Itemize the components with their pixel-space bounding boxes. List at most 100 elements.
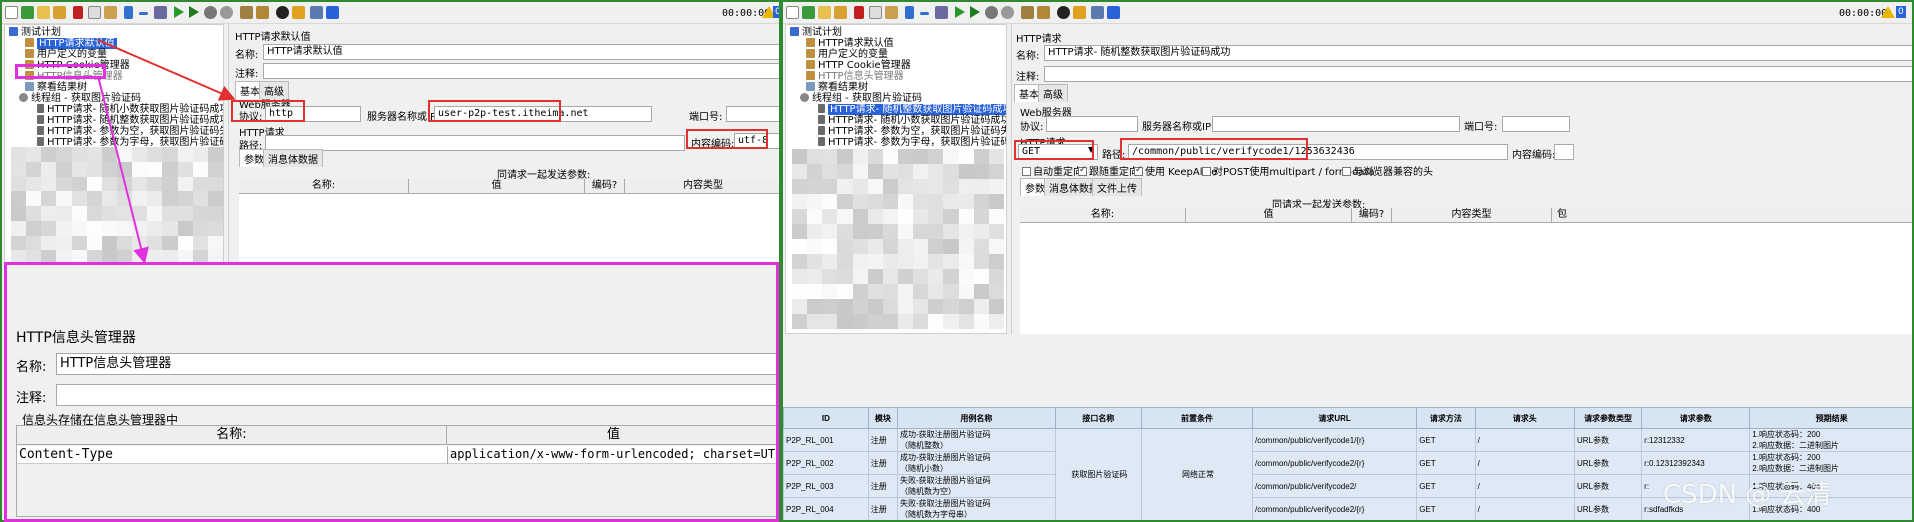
mosaic-cell <box>852 149 868 164</box>
tree-node-request-4[interactable]: HTTP请求- 参数为字母，获取图片验证码失败 <box>818 136 1006 149</box>
tab-upload[interactable]: 文件上传 <box>1092 178 1142 196</box>
mosaic-cell <box>852 284 868 299</box>
cell-expected: 1.响应状态码：200 2.响应数据：二进制图片 <box>1749 428 1912 452</box>
open-icon[interactable] <box>818 6 831 19</box>
mosaic-cell <box>822 299 838 314</box>
pencil-icon <box>818 104 825 113</box>
case-name-line2: （随机整数） <box>899 441 948 450</box>
mosaic-cell <box>837 194 853 209</box>
mosaic-cell <box>882 179 898 194</box>
cell-module: 注册 <box>867 474 898 498</box>
mosaic-cell <box>913 299 929 314</box>
mosaic-cell <box>898 239 914 254</box>
mosaic-cell <box>943 179 959 194</box>
mosaic-cell <box>928 254 944 269</box>
mosaic-cell <box>928 239 944 254</box>
watermark: CSDN @ 云清 <box>1663 480 1832 510</box>
start-no-pause-icon[interactable] <box>970 6 980 18</box>
mosaic-cell <box>943 299 959 314</box>
mosaic-cell <box>973 239 989 254</box>
help-icon[interactable] <box>1107 6 1120 19</box>
server-input[interactable] <box>1212 116 1460 132</box>
mosaic-cell <box>807 284 823 299</box>
clear-icon[interactable] <box>1021 6 1034 19</box>
mosaic-cell <box>807 149 823 164</box>
mosaic-cell <box>867 299 883 314</box>
comment-input[interactable] <box>1044 66 1912 82</box>
mosaic-cell <box>913 179 929 194</box>
collapse-icon[interactable] <box>920 12 929 15</box>
mosaic-cell <box>973 149 989 164</box>
mosaic-cell <box>973 224 989 239</box>
mosaic-cell <box>792 269 808 284</box>
mosaic-cell <box>973 284 989 299</box>
cell-header: / <box>1474 497 1575 520</box>
mosaic-cell <box>837 254 853 269</box>
templates-icon[interactable] <box>802 6 815 19</box>
browser-headers-checkbox[interactable]: 与浏览器兼容的头 <box>1342 163 1433 178</box>
col-name: 名称: <box>1020 208 1186 222</box>
th-expected: 预期结果 <box>1749 407 1912 429</box>
mosaic-cell <box>882 314 898 329</box>
mosaic-cell <box>837 299 853 314</box>
port-input[interactable] <box>1502 116 1570 132</box>
shutdown-icon[interactable] <box>1001 6 1014 19</box>
warning-icon[interactable] <box>1881 6 1895 18</box>
wrench-icon <box>806 49 815 58</box>
name-input[interactable]: HTTP请求- 随机整数获取图片验证码成功 <box>1044 45 1912 61</box>
stop-icon[interactable] <box>985 6 998 19</box>
mosaic-cell <box>807 314 823 329</box>
mosaic-cell <box>792 194 808 209</box>
mosaic-cell <box>852 314 868 329</box>
mosaic-cell <box>988 239 1004 254</box>
right-config-pane: HTTP请求 名称: HTTP请求- 随机整数获取图片验证码成功 注释: 基本 … <box>1011 24 1912 334</box>
wrench-icon <box>806 71 815 80</box>
mosaic-cell <box>822 284 838 299</box>
auto-redirect-checkbox[interactable]: 自动重定向 <box>1022 163 1083 178</box>
copy-icon[interactable] <box>869 6 882 19</box>
cell-method: GET <box>1416 451 1476 475</box>
mosaic-cell <box>867 269 883 284</box>
col-encode: 编码? <box>1352 208 1392 222</box>
mosaic-cell <box>913 254 929 269</box>
search-icon[interactable] <box>1057 6 1070 19</box>
follow-redirect-checkbox[interactable]: 跟随重定向 <box>1078 163 1139 178</box>
params-table-body[interactable] <box>1020 223 1912 334</box>
case-name-line2: （随机数为空） <box>899 487 956 496</box>
th-id: ID <box>783 407 869 429</box>
mosaic-cell <box>837 149 853 164</box>
mosaic-cell <box>867 149 883 164</box>
highlight-path <box>1120 138 1308 160</box>
start-icon[interactable] <box>955 6 965 18</box>
protocol-input[interactable] <box>1046 116 1138 132</box>
mosaic-cell <box>988 194 1004 209</box>
cell-url: /common/public/verifycode2/{r} <box>1251 451 1418 475</box>
protocol-label: 协议: <box>1020 122 1044 133</box>
cell-url: /common/public/verifycode2/ <box>1251 474 1418 498</box>
mosaic-cell <box>792 209 808 224</box>
cell-module: 注册 <box>867 451 898 475</box>
paste-icon[interactable] <box>885 6 898 19</box>
cut-icon[interactable] <box>854 6 864 19</box>
reset-search-icon[interactable] <box>1073 6 1086 19</box>
mosaic-cell <box>807 209 823 224</box>
th-headers: 请求头 <box>1474 407 1575 429</box>
mosaic-cell <box>958 164 974 179</box>
tab-advanced[interactable]: 高级 <box>1038 84 1068 102</box>
cell-expected: 1.响应状态码：200 2.响应数据：二进制图片 <box>1749 451 1912 475</box>
port-label: 端口号: <box>1464 122 1498 133</box>
mosaic-cell <box>958 269 974 284</box>
case-name-line1: 失败-获取注册图片验证码 <box>899 476 991 485</box>
clear-all-icon[interactable] <box>1037 6 1050 19</box>
new-icon[interactable] <box>786 6 799 19</box>
toggle-icon[interactable] <box>935 6 948 19</box>
elapsed-time: 00:00:00 <box>1839 8 1888 19</box>
gear-icon <box>800 93 809 102</box>
function-helper-icon[interactable] <box>1091 6 1104 19</box>
expand-icon[interactable] <box>905 6 914 19</box>
case-name-line1: 失败-获取注册图片验证码 <box>899 499 991 508</box>
encoding-input[interactable] <box>1554 144 1574 160</box>
server-label: 服务器名称或IP: <box>1142 122 1215 133</box>
save-icon[interactable] <box>834 6 847 19</box>
mosaic-cell <box>913 284 929 299</box>
